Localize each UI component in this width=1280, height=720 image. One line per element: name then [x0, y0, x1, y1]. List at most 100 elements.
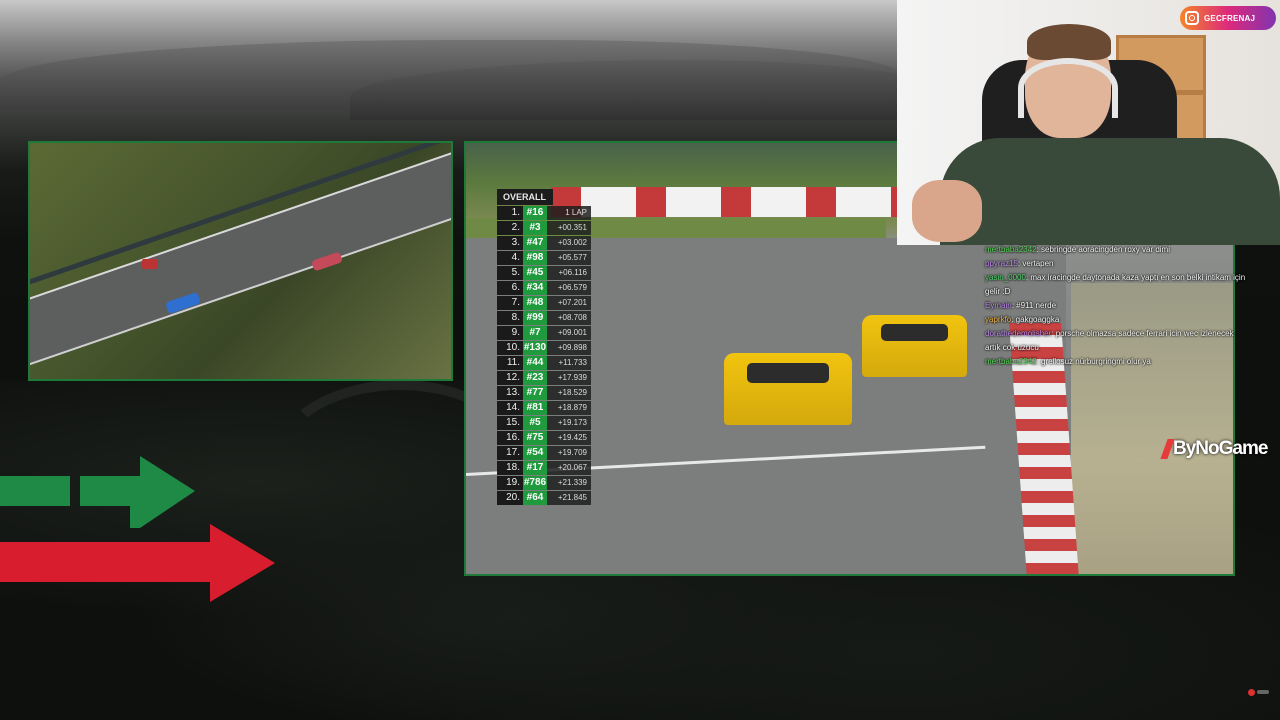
leaderboard-gap: +18.529: [547, 385, 591, 400]
headset-icon: [1018, 58, 1118, 118]
leaderboard-gap: +07.201: [547, 295, 591, 310]
leaderboard-row: 7. #48 +07.201: [497, 295, 593, 310]
leaderboard-pos: 10.: [497, 340, 523, 355]
instagram-handle: GECFRENAJ: [1204, 13, 1256, 23]
leaderboard-row: 3. #47 +03.002: [497, 235, 593, 250]
leaderboard-num: #98: [523, 250, 547, 265]
leaderboard-gap: +08.708: [547, 310, 591, 325]
leaderboard-gap: +21.845: [547, 490, 591, 505]
leaderboard-gap: +21.339: [547, 475, 591, 490]
leaderboard-num: #44: [523, 355, 547, 370]
leaderboard-num: #17: [523, 460, 547, 475]
leaderboard-num: #54: [523, 445, 547, 460]
leaderboard-num: #130: [523, 340, 547, 355]
leaderboard-num: #81: [523, 400, 547, 415]
leaderboard-num: #77: [523, 385, 547, 400]
leaderboard-num: #48: [523, 295, 547, 310]
leaderboard-pos: 11.: [497, 355, 523, 370]
leaderboard-pos: 15.: [497, 415, 523, 430]
chat-username: yasin_0000: [985, 273, 1026, 282]
leaderboard-header: OVERALL: [497, 189, 553, 205]
leaderboard-row: 16. #75 +19.425: [497, 430, 593, 445]
leaderboard-pos: 18.: [497, 460, 523, 475]
leaderboard-gap: +09.898: [547, 340, 591, 355]
leaderboard-num: #786: [523, 475, 547, 490]
leaderboard-row: 10. #130 +09.898: [497, 340, 593, 355]
leaderboard-row: 14. #81 +18.879: [497, 400, 593, 415]
leaderboard-pos: 12.: [497, 370, 523, 385]
leaderboard-num: #45: [523, 265, 547, 280]
leaderboard-pos: 3.: [497, 235, 523, 250]
leaderboard-gap: +18.879: [547, 400, 591, 415]
chat-message: mertbaba2342: grellosuz nürburgringmi ol…: [985, 355, 1247, 369]
leaderboard-gap: +06.579: [547, 280, 591, 295]
leaderboard-num: #7: [523, 325, 547, 340]
leaderboard-gap: +06.116: [547, 265, 591, 280]
leaderboard-row: 6. #34 +06.579: [497, 280, 593, 295]
leaderboard-gap: 1 LAP: [547, 205, 591, 220]
leaderboard-gap: +19.425: [547, 430, 591, 445]
leaderboard-gap: +17.939: [547, 370, 591, 385]
leaderboard-num: #5: [523, 415, 547, 430]
chat-text: : gakgoaggka: [1011, 315, 1060, 324]
instagram-badge[interactable]: GECFRENAJ: [1180, 6, 1276, 30]
leaderboard-num: #34: [523, 280, 547, 295]
youtube-badge-icon: [1248, 687, 1270, 697]
leaderboard-num: #16: [523, 205, 547, 220]
leaderboard-row: 19. #786 +21.339: [497, 475, 593, 490]
leaderboard-pos: 20.: [497, 490, 523, 505]
chat-overlay: mertbaba2342: sebringde aoracingden roxy…: [985, 243, 1247, 369]
leaderboard-row: 11. #44 +11.733: [497, 355, 593, 370]
leaderboard-row: 4. #98 +05.577: [497, 250, 593, 265]
leaderboard-gap: +00.351: [547, 220, 591, 235]
chat-message: yasin_0000: max iracingde daytonada kaza…: [985, 271, 1247, 299]
leaderboard-gap: +19.709: [547, 445, 591, 460]
leaderboard-num: #99: [523, 310, 547, 325]
leaderboard-pos: 17.: [497, 445, 523, 460]
watermark-text: ByNoGame: [1173, 438, 1268, 459]
leaderboard-pos: 6.: [497, 280, 523, 295]
leaderboard: OVERALL 1. #16 1 LAP 2. #3 +00.351 3. #47 +03.00…: [497, 189, 593, 505]
leaderboard-row: 17. #54 +19.709: [497, 445, 593, 460]
leaderboard-gap: +20.067: [547, 460, 591, 475]
leaderboard-gap: +11.733: [547, 355, 591, 370]
leaderboard-gap: +03.002: [547, 235, 591, 250]
red-arrow-icon: [0, 524, 275, 602]
chat-text: : sebringde aoracingden roxy var dimi: [1036, 245, 1170, 254]
leaderboard-num: #47: [523, 235, 547, 250]
gt-car-leading: [724, 353, 852, 425]
track-marshal-post: [142, 259, 158, 269]
chat-message: mertbaba2342: sebringde aoracingden roxy…: [985, 243, 1247, 257]
leaderboard-pos: 8.: [497, 310, 523, 325]
leaderboard-row: 5. #45 +06.116: [497, 265, 593, 280]
leaderboard-num: #23: [523, 370, 547, 385]
leaderboard-pos: 19.: [497, 475, 523, 490]
leaderboard-row: 2. #3 +00.351: [497, 220, 593, 235]
leaderboard-gap: +05.577: [547, 250, 591, 265]
leaderboard-num: #75: [523, 430, 547, 445]
leaderboard-row: 9. #7 +09.001: [497, 325, 593, 340]
leaderboard-pos: 1.: [497, 205, 523, 220]
leaderboard-pos: 13.: [497, 385, 523, 400]
streamer-hair: [1027, 24, 1111, 60]
chat-username: dorathedemolisher: [985, 329, 1052, 338]
bynogame-watermark: ByNoGame: [1160, 438, 1268, 460]
chat-username: Eymain: [985, 301, 1012, 310]
leaderboard-gap: +19.173: [547, 415, 591, 430]
leaderboard-row: 13. #77 +18.529: [497, 385, 593, 400]
leaderboard-pos: 7.: [497, 295, 523, 310]
instagram-icon: [1185, 11, 1199, 25]
leaderboard-pos: 14.: [497, 400, 523, 415]
chat-message: Eymain: #911 nerde: [985, 299, 1247, 313]
chat-message: dorathedemolisher: porsche olmazsa sadec…: [985, 327, 1247, 355]
leaderboard-pos: 2.: [497, 220, 523, 235]
chat-username: mertbaba2342: [985, 245, 1037, 254]
leaderboard-row: 15. #5 +19.173: [497, 415, 593, 430]
chat-text: : #911 nerde: [1011, 301, 1057, 310]
chat-message: ppyraz15: vertapen: [985, 257, 1247, 271]
chat-username: mertbaba2342: [985, 357, 1037, 366]
leaderboard-row: 20. #64 +21.845: [497, 490, 593, 505]
leaderboard-num: #3: [523, 220, 547, 235]
green-arrow-icon: [0, 456, 195, 528]
streamer-body: [940, 138, 1280, 245]
